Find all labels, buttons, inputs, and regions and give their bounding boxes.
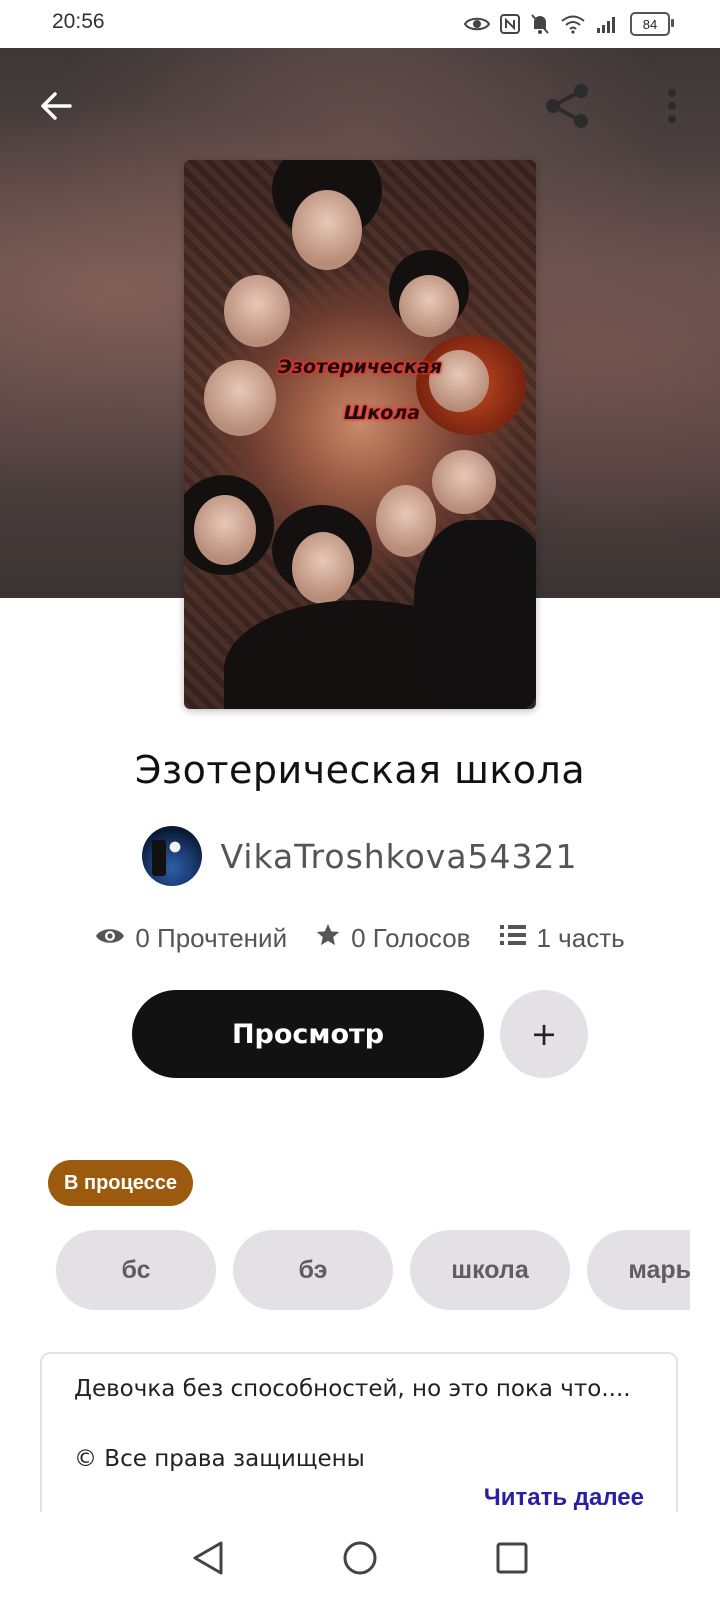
star-icon — [315, 922, 341, 955]
eye-icon — [95, 923, 125, 954]
tag-chip[interactable]: марья — [587, 1230, 690, 1310]
votes-stat: 0 Голосов — [315, 922, 471, 955]
reads-count: 0 Прочтений — [135, 923, 288, 953]
more-vertical-icon — [666, 88, 678, 128]
share-icon — [543, 81, 593, 135]
triangle-back-icon — [191, 1540, 225, 1580]
cover-title-line1: Эзотерическая — [278, 356, 442, 378]
tag-list[interactable]: бс бэ школа марья — [56, 1230, 690, 1312]
more-button[interactable] — [642, 78, 702, 138]
back-button[interactable] — [26, 78, 86, 138]
cover-title-line2: Школа — [343, 402, 421, 424]
status-icons: 84 — [464, 10, 674, 38]
parts-count: 1 часть — [536, 923, 625, 953]
share-button[interactable] — [538, 78, 598, 138]
tag-chip[interactable]: бэ — [233, 1230, 393, 1310]
copyright-text: © Все права защищены — [74, 1446, 365, 1472]
cover-figure — [414, 520, 536, 709]
story-stats: 0 Прочтений 0 Голосов 1 часть — [0, 922, 720, 955]
nfc-icon — [500, 14, 520, 34]
cover-face — [432, 450, 496, 514]
add-to-library-button[interactable]: + — [500, 990, 588, 1078]
parts-stat: 1 часть — [499, 923, 625, 954]
status-time: 20:56 — [52, 10, 105, 33]
nav-home-button[interactable] — [340, 1540, 380, 1580]
cover-face — [292, 532, 354, 604]
tag-chip[interactable]: школа — [410, 1230, 570, 1310]
nav-recents-button[interactable] — [492, 1540, 532, 1580]
system-nav-bar — [0, 1520, 720, 1600]
reads-stat: 0 Прочтений — [95, 923, 287, 954]
votes-count: 0 Голосов — [351, 923, 471, 953]
description-card: Девочка без способностей, но это пока чт… — [40, 1352, 678, 1512]
description-text: Девочка без способностей, но это пока чт… — [74, 1376, 631, 1402]
nav-back-button[interactable] — [188, 1540, 228, 1580]
book-cover[interactable]: Эзотерическая Школа — [184, 160, 536, 709]
list-icon — [499, 923, 527, 954]
status-bar: 20:56 84 — [0, 0, 720, 48]
battery-icon: 84 — [630, 12, 674, 36]
tag-chip[interactable]: бс — [56, 1230, 216, 1310]
read-button[interactable]: Просмотр — [132, 990, 484, 1078]
author-row[interactable]: VikaTroshkova54321 — [0, 826, 720, 886]
story-title: Эзотерическая школа — [134, 748, 586, 792]
author-name[interactable]: VikaTroshkova54321 — [220, 837, 577, 876]
circle-home-icon — [342, 1540, 378, 1580]
status-badge: В процессе — [48, 1160, 194, 1206]
cover-face — [194, 495, 256, 565]
bell-off-icon — [530, 13, 550, 35]
avatar[interactable] — [142, 826, 203, 886]
eye-icon — [464, 15, 490, 33]
arrow-left-icon — [38, 88, 74, 128]
cover-face — [399, 275, 459, 337]
signal-icon — [596, 14, 620, 34]
wifi-icon — [560, 14, 586, 34]
read-more-link[interactable]: Читать далее — [484, 1484, 644, 1512]
cover-face — [224, 275, 290, 347]
square-recents-icon — [495, 1541, 529, 1579]
cover-face — [292, 190, 362, 270]
